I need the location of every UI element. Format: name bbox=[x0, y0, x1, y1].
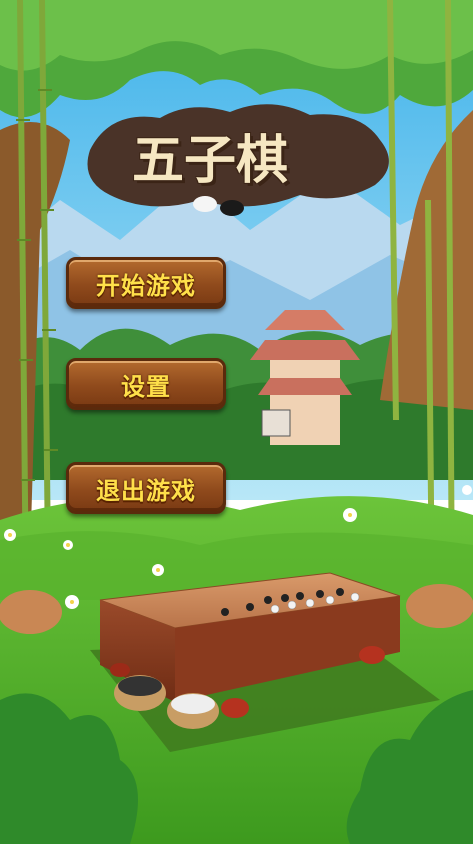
rock-left bbox=[0, 590, 62, 634]
settings-button[interactable]: 设置 bbox=[66, 358, 226, 410]
game-title: 五子棋 bbox=[131, 129, 288, 191]
start-game-button[interactable]: 开始游戏 bbox=[66, 257, 226, 309]
white-stone-bowl bbox=[167, 693, 219, 729]
black-stone-bowl bbox=[114, 675, 166, 711]
rock-right bbox=[406, 584, 473, 628]
exit-game-button[interactable]: 退出游戏 bbox=[66, 462, 226, 514]
